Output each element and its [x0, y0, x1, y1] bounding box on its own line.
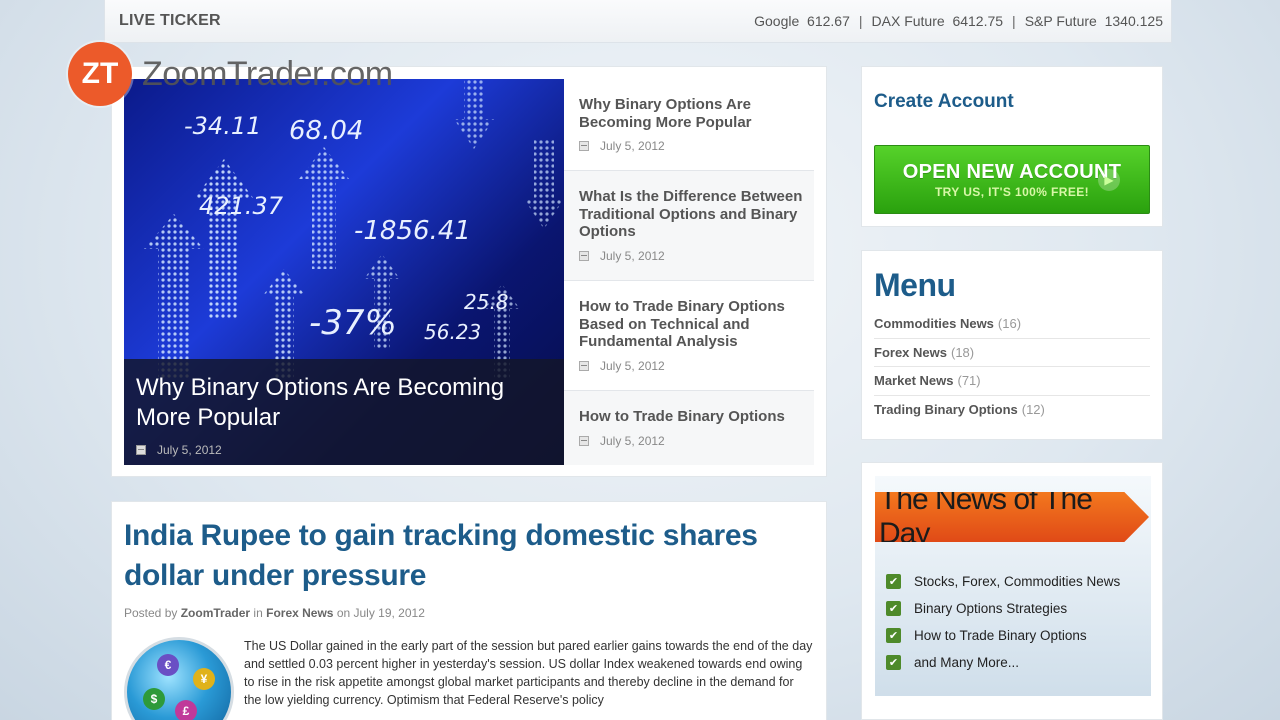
- post-title[interactable]: How to Trade Binary Options: [579, 408, 814, 426]
- menu-heading: Menu: [874, 267, 956, 303]
- menu-list: Commodities News (16) Forex News (18) Mark…: [874, 310, 1150, 424]
- ticker-quote[interactable]: DAX Future 6412.75: [872, 13, 1004, 29]
- arrow-right-icon: ▶: [1098, 169, 1120, 191]
- article-excerpt: The US Dollar gained in the early part o…: [244, 639, 813, 707]
- ticker-quotes: Google 612.67 | DAX Future 6412.75 | S&P…: [754, 13, 1163, 29]
- article-title[interactable]: India Rupee to gain tracking domestic sh…: [124, 516, 814, 596]
- calendar-icon: [579, 435, 589, 446]
- ticker-quote[interactable]: S&P Future 1340.125: [1025, 13, 1163, 29]
- menu-panel: Menu Commodities News (16) Forex News (18)…: [861, 250, 1163, 440]
- news-banner-title: The News of The Day: [875, 492, 1149, 542]
- featured-post-list: Why Binary Options Are Becoming More Pop…: [564, 79, 814, 465]
- create-account-heading: Create Account: [874, 91, 1014, 112]
- news-feature-item: ✔ How to Trade Binary Options: [886, 622, 1120, 649]
- open-new-account-button[interactable]: OPEN NEW ACCOUNT TRY US, IT'S 100% FREE!…: [874, 145, 1150, 214]
- post-item[interactable]: What Is the Difference Between Tradition…: [564, 171, 814, 281]
- checkmark-icon: ✔: [886, 628, 901, 643]
- live-ticker: LIVE TICKER Google 612.67 | DAX Future 6…: [104, 0, 1172, 43]
- image-number: 56.23: [424, 320, 481, 344]
- calendar-icon: [579, 250, 589, 261]
- calendar-icon: [579, 141, 589, 151]
- zoomtrader-logo[interactable]: ZT ZoomTrader.com: [68, 42, 393, 106]
- image-number: 68.04: [289, 116, 363, 146]
- article-meta: Posted by ZoomTrader in Forex News on Ju…: [124, 606, 425, 620]
- checkmark-icon: ✔: [886, 574, 901, 589]
- image-number: -34.11: [184, 112, 261, 140]
- post-title[interactable]: What Is the Difference Between Tradition…: [579, 188, 814, 241]
- news-feature-item: ✔ and Many More...: [886, 649, 1120, 676]
- news-of-the-day-banner[interactable]: The News of The Day ✔ Stocks, Forex, Comm…: [875, 476, 1151, 696]
- calendar-icon: [136, 445, 146, 455]
- menu-item-commodities-news[interactable]: Commodities News (16): [874, 310, 1150, 339]
- menu-item-trading-binary-options[interactable]: Trading Binary Options (12): [874, 396, 1150, 425]
- author-link[interactable]: ZoomTrader: [181, 606, 250, 620]
- image-number: 25.8: [464, 290, 509, 314]
- post-date: July 5, 2012: [579, 249, 814, 263]
- news-feature-item: ✔ Binary Options Strategies: [886, 595, 1120, 622]
- checkmark-icon: ✔: [886, 655, 901, 670]
- post-item[interactable]: How to Trade Binary Options Based on Tec…: [564, 281, 814, 391]
- post-item[interactable]: Why Binary Options Are Becoming More Pop…: [564, 79, 814, 171]
- news-of-the-day-panel: The News of The Day ✔ Stocks, Forex, Comm…: [861, 462, 1163, 720]
- post-item[interactable]: How to Trade Binary Options July 5, 2012: [564, 391, 814, 465]
- news-feature-list: ✔ Stocks, Forex, Commodities News ✔ Binary…: [886, 568, 1120, 676]
- ticker-title: LIVE TICKER: [119, 12, 221, 29]
- calendar-icon: [579, 360, 589, 371]
- create-account-panel: Create Account OPEN NEW ACCOUNT TRY US, …: [861, 66, 1163, 227]
- hero-date: July 5, 2012: [136, 443, 552, 457]
- post-title[interactable]: Why Binary Options Are Becoming More Pop…: [579, 96, 814, 131]
- ticker-separator: |: [858, 13, 863, 29]
- menu-item-forex-news[interactable]: Forex News (18): [874, 339, 1150, 367]
- post-title[interactable]: How to Trade Binary Options Based on Tec…: [579, 298, 814, 351]
- ticker-separator: |: [1012, 13, 1016, 29]
- post-date: July 5, 2012: [579, 139, 814, 153]
- menu-item-market-news[interactable]: Market News (71): [874, 367, 1150, 396]
- hero-slide[interactable]: -34.11 68.04 421.37 -1856.41 -37% 56.23 …: [124, 79, 564, 465]
- image-number: -1856.41: [354, 216, 471, 246]
- featured-posts: -34.11 68.04 421.37 -1856.41 -37% 56.23 …: [111, 66, 827, 477]
- category-link[interactable]: Forex News: [266, 606, 333, 620]
- logo-badge: ZT: [68, 42, 132, 106]
- hero-title[interactable]: Why Binary Options Are Becoming More Pop…: [136, 373, 552, 433]
- checkmark-icon: ✔: [886, 601, 901, 616]
- article-preview: India Rupee to gain tracking domestic sh…: [111, 501, 827, 720]
- post-date: July 5, 2012: [579, 434, 814, 448]
- image-number: -37%: [309, 303, 397, 343]
- hero-caption[interactable]: Why Binary Options Are Becoming More Pop…: [124, 359, 564, 465]
- stock-ticker-image: -34.11 68.04 421.37 -1856.41 -37% 56.23 …: [144, 79, 564, 379]
- post-date: July 5, 2012: [579, 359, 814, 373]
- article-body: € ¥ $ £ The US Dollar gained in the earl…: [124, 637, 814, 720]
- news-feature-item: ✔ Stocks, Forex, Commodities News: [886, 568, 1120, 595]
- image-number: 421.37: [199, 192, 284, 220]
- ticker-quote[interactable]: Google 612.67: [754, 13, 850, 29]
- logo-text: ZoomTrader.com: [142, 54, 393, 93]
- currency-globe-icon: € ¥ $ £: [124, 637, 234, 720]
